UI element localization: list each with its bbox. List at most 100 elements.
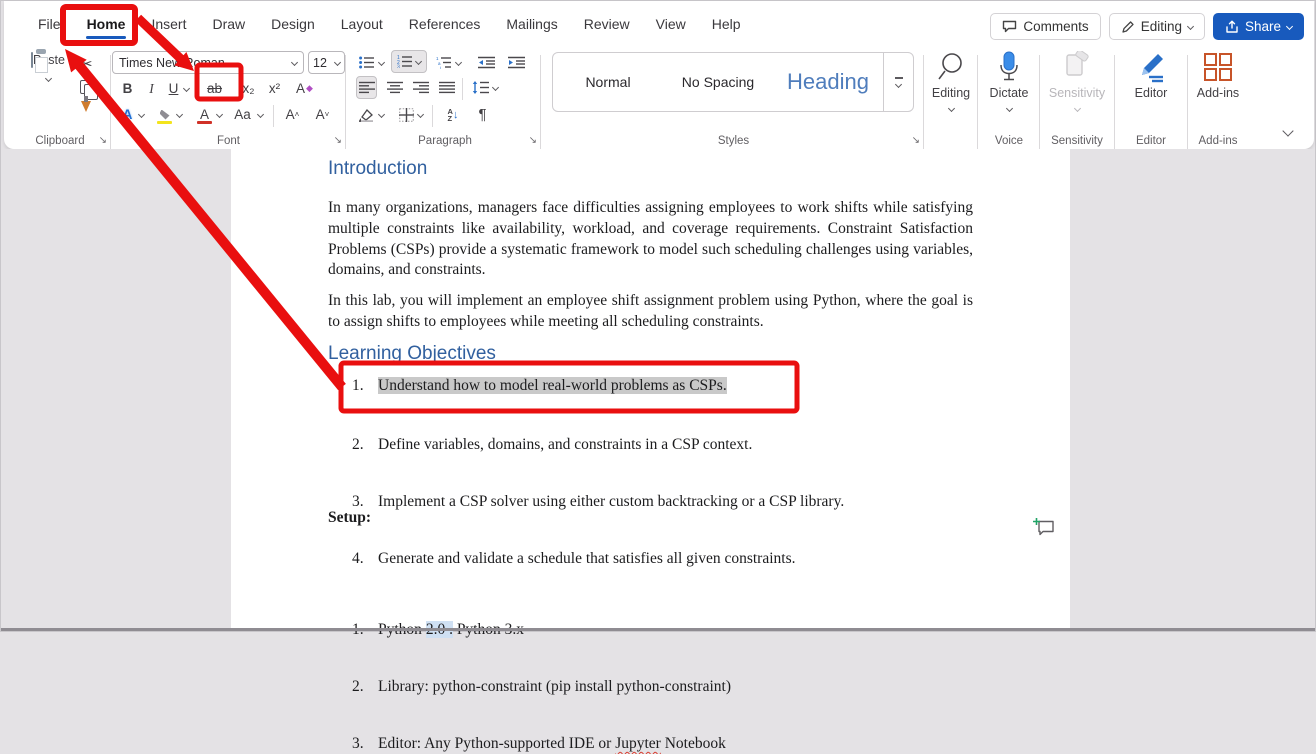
shrink-font-glyph: A	[316, 107, 325, 122]
tab-home[interactable]: Home	[74, 10, 139, 38]
tab-design[interactable]: Design	[258, 10, 328, 38]
editing-mode-button[interactable]: Editing	[1109, 13, 1205, 40]
paragraph-dialog-launcher-icon[interactable]: ↘	[529, 136, 537, 146]
tab-view[interactable]: View	[643, 10, 699, 38]
styles-gallery: Normal No Spacing Heading	[552, 52, 914, 112]
svg-text:i: i	[440, 66, 441, 70]
strikethrough-button[interactable]: ab	[204, 77, 225, 100]
list-number: 1.	[352, 376, 364, 396]
tab-mailings[interactable]: Mailings	[493, 10, 570, 38]
objective-item-1: 1. Understand how to model real-world pr…	[328, 376, 973, 396]
document-page[interactable]: Introduction In many organizations, mana…	[231, 149, 1070, 628]
change-case-button[interactable]: Aa	[232, 103, 253, 126]
increase-indent-icon	[508, 56, 525, 69]
highlight-color-button[interactable]	[154, 103, 175, 126]
highlight-dropdown-icon[interactable]	[176, 111, 183, 118]
underline-button[interactable]: U	[163, 77, 184, 100]
align-right-icon	[413, 81, 429, 94]
align-right-button[interactable]	[410, 76, 431, 99]
addins-grid-icon	[1203, 51, 1233, 83]
addins-button[interactable]: Add-ins	[1190, 51, 1246, 100]
sort-button[interactable]: A Z ↓	[440, 103, 466, 126]
borders-button[interactable]	[396, 103, 417, 126]
format-painter-icon[interactable]	[81, 101, 91, 112]
text-effects-button[interactable]: A	[117, 103, 138, 126]
bullets-button[interactable]	[356, 51, 377, 74]
small-divider	[432, 105, 433, 127]
style-normal[interactable]: Normal	[553, 74, 663, 90]
font-color-dropdown-icon[interactable]	[216, 111, 223, 118]
underline-dropdown-icon[interactable]	[183, 85, 190, 92]
paste-button[interactable]: Paste	[26, 53, 70, 84]
comments-button[interactable]: Comments	[990, 13, 1100, 40]
show-hide-pilcrow-button[interactable]: ¶	[472, 103, 493, 126]
shading-dropdown-icon[interactable]	[378, 111, 385, 118]
font-dialog-launcher-icon[interactable]: ↘	[334, 136, 342, 146]
margin-new-comment-button[interactable]	[1033, 518, 1056, 538]
share-label: Share	[1245, 19, 1281, 34]
dictate-button[interactable]: Dictate	[980, 51, 1038, 114]
styles-gallery-more-button[interactable]	[883, 53, 913, 111]
align-center-button[interactable]	[384, 76, 405, 99]
addins-button-label: Add-ins	[1190, 86, 1246, 100]
italic-button[interactable]: I	[141, 77, 162, 100]
numbering-dropdown-icon	[415, 58, 422, 65]
doc-heading-introduction: Introduction	[328, 158, 973, 180]
shrink-font-button[interactable]: A˅	[312, 103, 333, 126]
cut-icon[interactable]: ✂	[80, 55, 93, 73]
editor-button[interactable]: Editor	[1117, 51, 1185, 100]
justify-button[interactable]	[436, 76, 457, 99]
shading-button[interactable]	[356, 103, 377, 126]
sort-arrow-glyph: ↓	[453, 109, 459, 121]
line-spacing-dropdown-icon[interactable]	[492, 84, 499, 91]
chevron-down-icon	[1187, 23, 1194, 30]
style-heading[interactable]: Heading	[773, 69, 883, 95]
font-color-button[interactable]: A	[194, 103, 215, 126]
selected-text: Understand how to model real-world probl…	[378, 377, 727, 394]
font-group-label: Font	[112, 135, 345, 147]
tab-layout[interactable]: Layout	[328, 10, 396, 38]
tab-review[interactable]: Review	[571, 10, 643, 38]
font-color-glyph: A	[200, 107, 209, 122]
subscript-button[interactable]: x₂	[238, 77, 259, 100]
font-name-combobox[interactable]: Times New Roman	[112, 51, 304, 74]
clipboard-dialog-launcher-icon[interactable]: ↘	[99, 136, 107, 146]
font-size-combobox[interactable]: 12	[308, 51, 345, 74]
font-size-value: 12	[313, 56, 327, 70]
line-spacing-button[interactable]	[470, 76, 491, 99]
ribbon-home: Paste ✂ Clipboard ↘ Times New Roman 12	[4, 47, 1314, 149]
list-number: 2.	[352, 435, 364, 455]
clear-formatting-button[interactable]: A ◆	[294, 77, 315, 100]
tab-references[interactable]: References	[396, 10, 494, 38]
setup-text: Editor: Any Python-supported IDE or	[378, 735, 615, 752]
text-effects-dropdown-icon[interactable]	[138, 111, 145, 118]
borders-dropdown-icon[interactable]	[417, 111, 424, 118]
decrease-indent-button[interactable]	[476, 51, 497, 74]
share-button[interactable]: Share	[1213, 13, 1304, 40]
change-case-dropdown-icon[interactable]	[257, 111, 264, 118]
multilevel-list-button[interactable]: 1ai	[433, 51, 454, 74]
tab-help[interactable]: Help	[699, 10, 754, 38]
tab-insert[interactable]: Insert	[138, 10, 199, 38]
editor-group: Editor Editor	[1117, 47, 1185, 149]
collapse-ribbon-chevron-icon[interactable]	[1282, 125, 1293, 136]
setup-text: Notebook	[661, 735, 726, 752]
styles-dialog-launcher-icon[interactable]: ↘	[912, 136, 920, 146]
objective-item-4: 4. Generate and validate a schedule that…	[328, 549, 973, 569]
editor-button-label: Editor	[1117, 86, 1185, 100]
superscript-button[interactable]: x²	[264, 77, 285, 100]
editing-button[interactable]: Editing	[926, 51, 976, 114]
bold-button[interactable]: B	[117, 77, 138, 100]
line-spacing-icon	[472, 81, 489, 94]
increase-indent-button[interactable]	[506, 51, 527, 74]
style-no-spacing[interactable]: No Spacing	[663, 74, 773, 90]
copy-icon[interactable]	[80, 80, 92, 94]
tab-draw[interactable]: Draw	[199, 10, 258, 38]
multilevel-dropdown-icon[interactable]	[455, 59, 462, 66]
bullets-dropdown-icon[interactable]	[378, 59, 385, 66]
grow-font-button[interactable]: A˄	[282, 103, 303, 126]
setup-item-3: 3. Editor: Any Python-supported IDE or J…	[328, 734, 973, 754]
numbering-button[interactable]: 123	[391, 50, 427, 73]
tab-file[interactable]: File	[25, 10, 74, 38]
align-left-button[interactable]	[356, 76, 377, 99]
